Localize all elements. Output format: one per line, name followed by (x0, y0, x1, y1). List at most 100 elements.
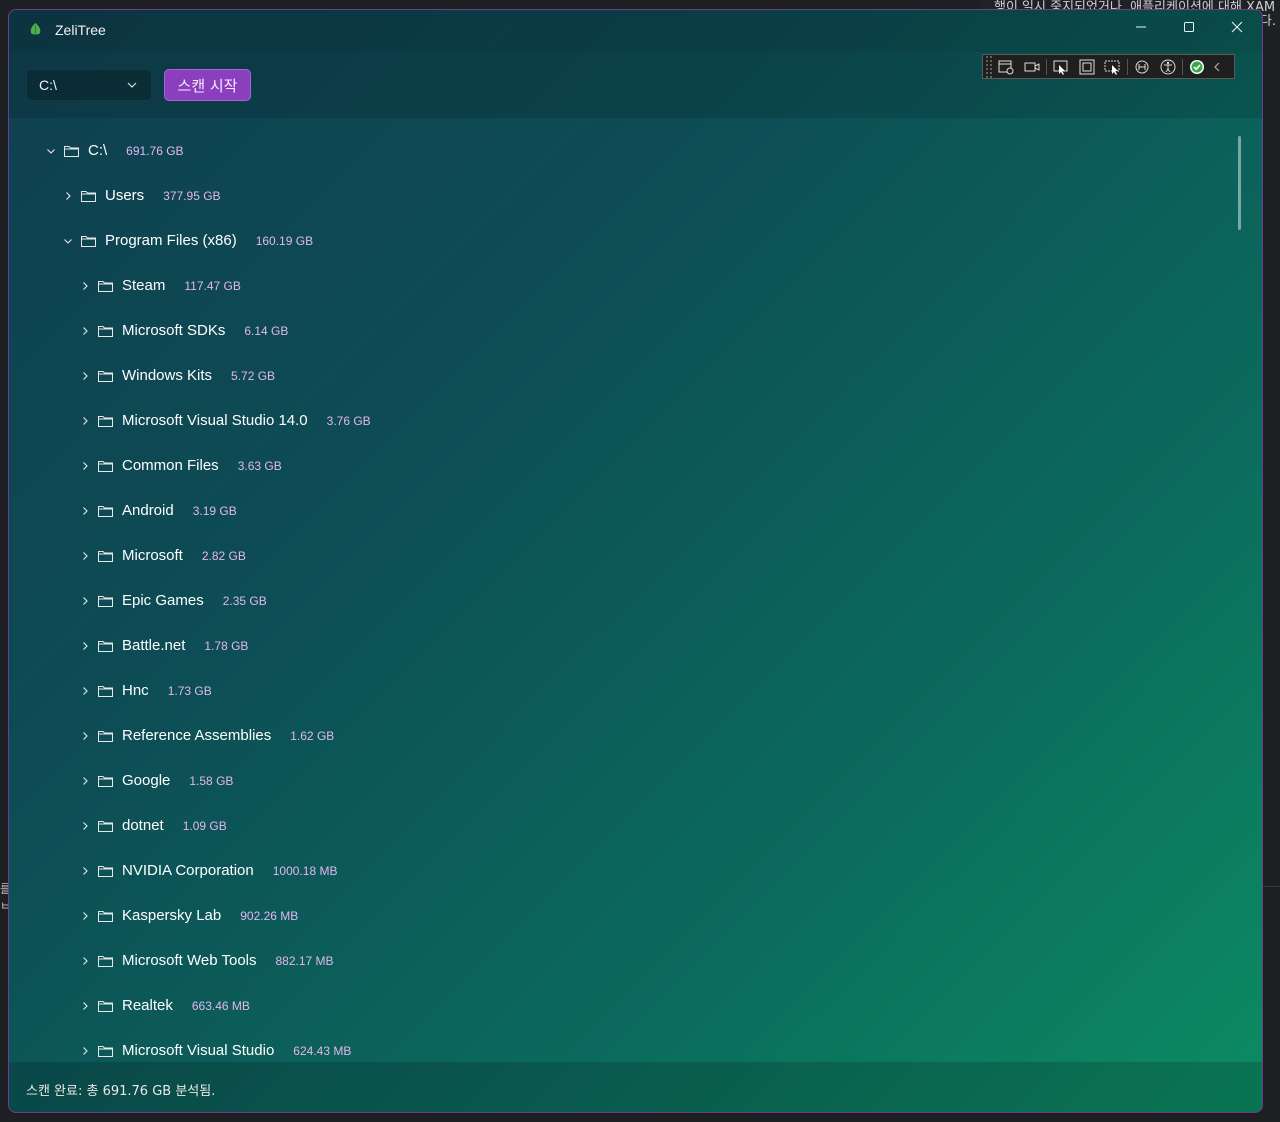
folder-icon (97, 1043, 115, 1059)
minimize-button[interactable] (1117, 10, 1165, 44)
folder-icon (80, 188, 98, 204)
minimize-icon (1136, 26, 1146, 28)
folder-size: 160.19 GB (255, 233, 314, 248)
folder-size: 882.17 MB (275, 953, 334, 968)
folder-size: 377.95 GB (163, 188, 221, 203)
tree-item[interactable]: dotnet 1.09 GB (26, 803, 1246, 848)
background-divider (1263, 886, 1280, 887)
accessibility-icon[interactable] (1155, 56, 1181, 78)
folder-size: 1.09 GB (182, 818, 227, 833)
folder-size: 2.35 GB (222, 593, 267, 608)
folder-size: 117.47 GB (184, 278, 241, 293)
folder-size: 3.76 GB (326, 413, 371, 428)
toolbar-separator (1046, 58, 1047, 75)
folder-name: Program Files (x86) (105, 232, 237, 249)
folder-size: 1.58 GB (189, 773, 234, 788)
tree-item[interactable]: Epic Games 2.35 GB (26, 578, 1246, 623)
record-icon[interactable] (1019, 56, 1045, 78)
xaml-debug-toolbar (982, 54, 1235, 79)
folder-name: NVIDIA Corporation (122, 862, 254, 879)
live-visual-tree-icon[interactable] (993, 56, 1019, 78)
toolbar-grip[interactable] (985, 55, 993, 78)
tree-item[interactable]: Reference Assemblies 1.62 GB (26, 713, 1246, 758)
folder-name: Realtek (122, 997, 173, 1014)
tree-item[interactable]: Kaspersky Lab 902.26 MB (26, 893, 1246, 938)
select-element-icon[interactable] (1048, 56, 1074, 78)
tree-item[interactable]: Realtek 663.46 MB (26, 983, 1246, 1028)
tree-item[interactable]: C:\ 691.76 GB (26, 128, 1243, 173)
folder-tree[interactable]: C:\ 691.76 GB Users 377.95 GB Program Files … (26, 118, 1246, 1062)
display-layout-adorners-icon[interactable] (1074, 56, 1100, 78)
chevron-right-icon[interactable] (77, 998, 93, 1014)
chevron-right-icon[interactable] (77, 638, 93, 654)
track-focus-icon[interactable] (1100, 56, 1126, 78)
chevron-right-icon[interactable] (77, 278, 93, 294)
chevron-right-icon[interactable] (77, 908, 93, 924)
chevron-right-icon[interactable] (77, 323, 93, 339)
toolbar-separator (1127, 58, 1128, 75)
chevron-right-icon[interactable] (77, 728, 93, 744)
title-bar[interactable]: ZeliTree (9, 10, 1262, 52)
chevron-down-icon[interactable] (43, 143, 59, 159)
chevron-down-icon[interactable] (60, 233, 76, 249)
binding-check-icon[interactable] (1184, 56, 1210, 78)
folder-size: 902.26 MB (240, 908, 299, 923)
drive-select[interactable]: C:\ (26, 69, 152, 101)
tree-item[interactable]: Common Files 3.63 GB (26, 443, 1246, 488)
folder-name: Kaspersky Lab (122, 907, 222, 924)
folder-icon (63, 143, 81, 159)
chevron-right-icon[interactable] (77, 548, 93, 564)
folder-name: Epic Games (122, 592, 204, 609)
background-left-edge: 를 ㅂ: (0, 882, 15, 913)
tree-item[interactable]: Program Files (x86) 160.19 GB (26, 218, 1246, 263)
chevron-right-icon[interactable] (77, 368, 93, 384)
tree-item[interactable]: Users 377.95 GB (26, 173, 1246, 218)
maximize-button[interactable] (1165, 10, 1213, 44)
folder-name: Common Files (122, 457, 219, 474)
scan-start-button[interactable]: 스캔 시작 (164, 69, 251, 101)
folder-icon (97, 323, 115, 339)
folder-name: Reference Assemblies (122, 727, 272, 744)
app-window: ZeliTree C:\ 스캔 시작 C:\ 691.76 GB Users 3… (8, 9, 1263, 1113)
chevron-right-icon[interactable] (60, 188, 76, 204)
tree-item[interactable]: Battle.net 1.78 GB (26, 623, 1246, 668)
tree-item[interactable]: Android 3.19 GB (26, 488, 1246, 533)
folder-size: 624.43 MB (293, 1043, 352, 1058)
folder-icon (97, 278, 115, 294)
folder-icon (97, 593, 115, 609)
tree-item[interactable]: Hnc 1.73 GB (26, 668, 1246, 713)
chevron-right-icon[interactable] (77, 413, 93, 429)
tree-item[interactable]: Microsoft Visual Studio 14.0 3.76 GB (26, 398, 1246, 443)
tree-item[interactable]: Google 1.58 GB (26, 758, 1246, 803)
chevron-right-icon[interactable] (77, 818, 93, 834)
folder-name: Steam (122, 277, 166, 294)
chevron-right-icon[interactable] (77, 953, 93, 969)
tree-item[interactable]: Steam 117.47 GB (26, 263, 1246, 308)
chevron-right-icon[interactable] (77, 1043, 93, 1059)
tree-item[interactable]: Windows Kits 5.72 GB (26, 353, 1246, 398)
vertical-scrollbar[interactable] (1238, 136, 1241, 230)
chevron-right-icon[interactable] (77, 863, 93, 879)
folder-icon (97, 728, 115, 744)
folder-icon (97, 548, 115, 564)
tree-item[interactable]: Microsoft Visual Studio 624.43 MB (26, 1028, 1246, 1062)
tree-item[interactable]: Microsoft 2.82 GB (26, 533, 1246, 578)
folder-size: 663.46 MB (191, 998, 250, 1013)
close-button[interactable] (1213, 10, 1261, 44)
collapse-toolbar-icon[interactable] (1210, 56, 1224, 78)
folder-icon (97, 863, 115, 879)
hot-reload-icon[interactable] (1129, 56, 1155, 78)
chevron-right-icon[interactable] (77, 683, 93, 699)
tree-item[interactable]: Microsoft SDKs 6.14 GB (26, 308, 1246, 353)
folder-size: 691.76 GB (126, 143, 184, 158)
chevron-right-icon[interactable] (77, 458, 93, 474)
tree-item[interactable]: Microsoft Web Tools 882.17 MB (26, 938, 1246, 983)
folder-icon (97, 953, 115, 969)
chevron-right-icon[interactable] (77, 593, 93, 609)
folder-name: dotnet (122, 817, 164, 834)
tree-item[interactable]: NVIDIA Corporation 1000.18 MB (26, 848, 1246, 893)
folder-size: 2.82 GB (201, 548, 246, 563)
chevron-right-icon[interactable] (77, 773, 93, 789)
chevron-right-icon[interactable] (77, 503, 93, 519)
folder-name: Hnc (122, 682, 149, 699)
